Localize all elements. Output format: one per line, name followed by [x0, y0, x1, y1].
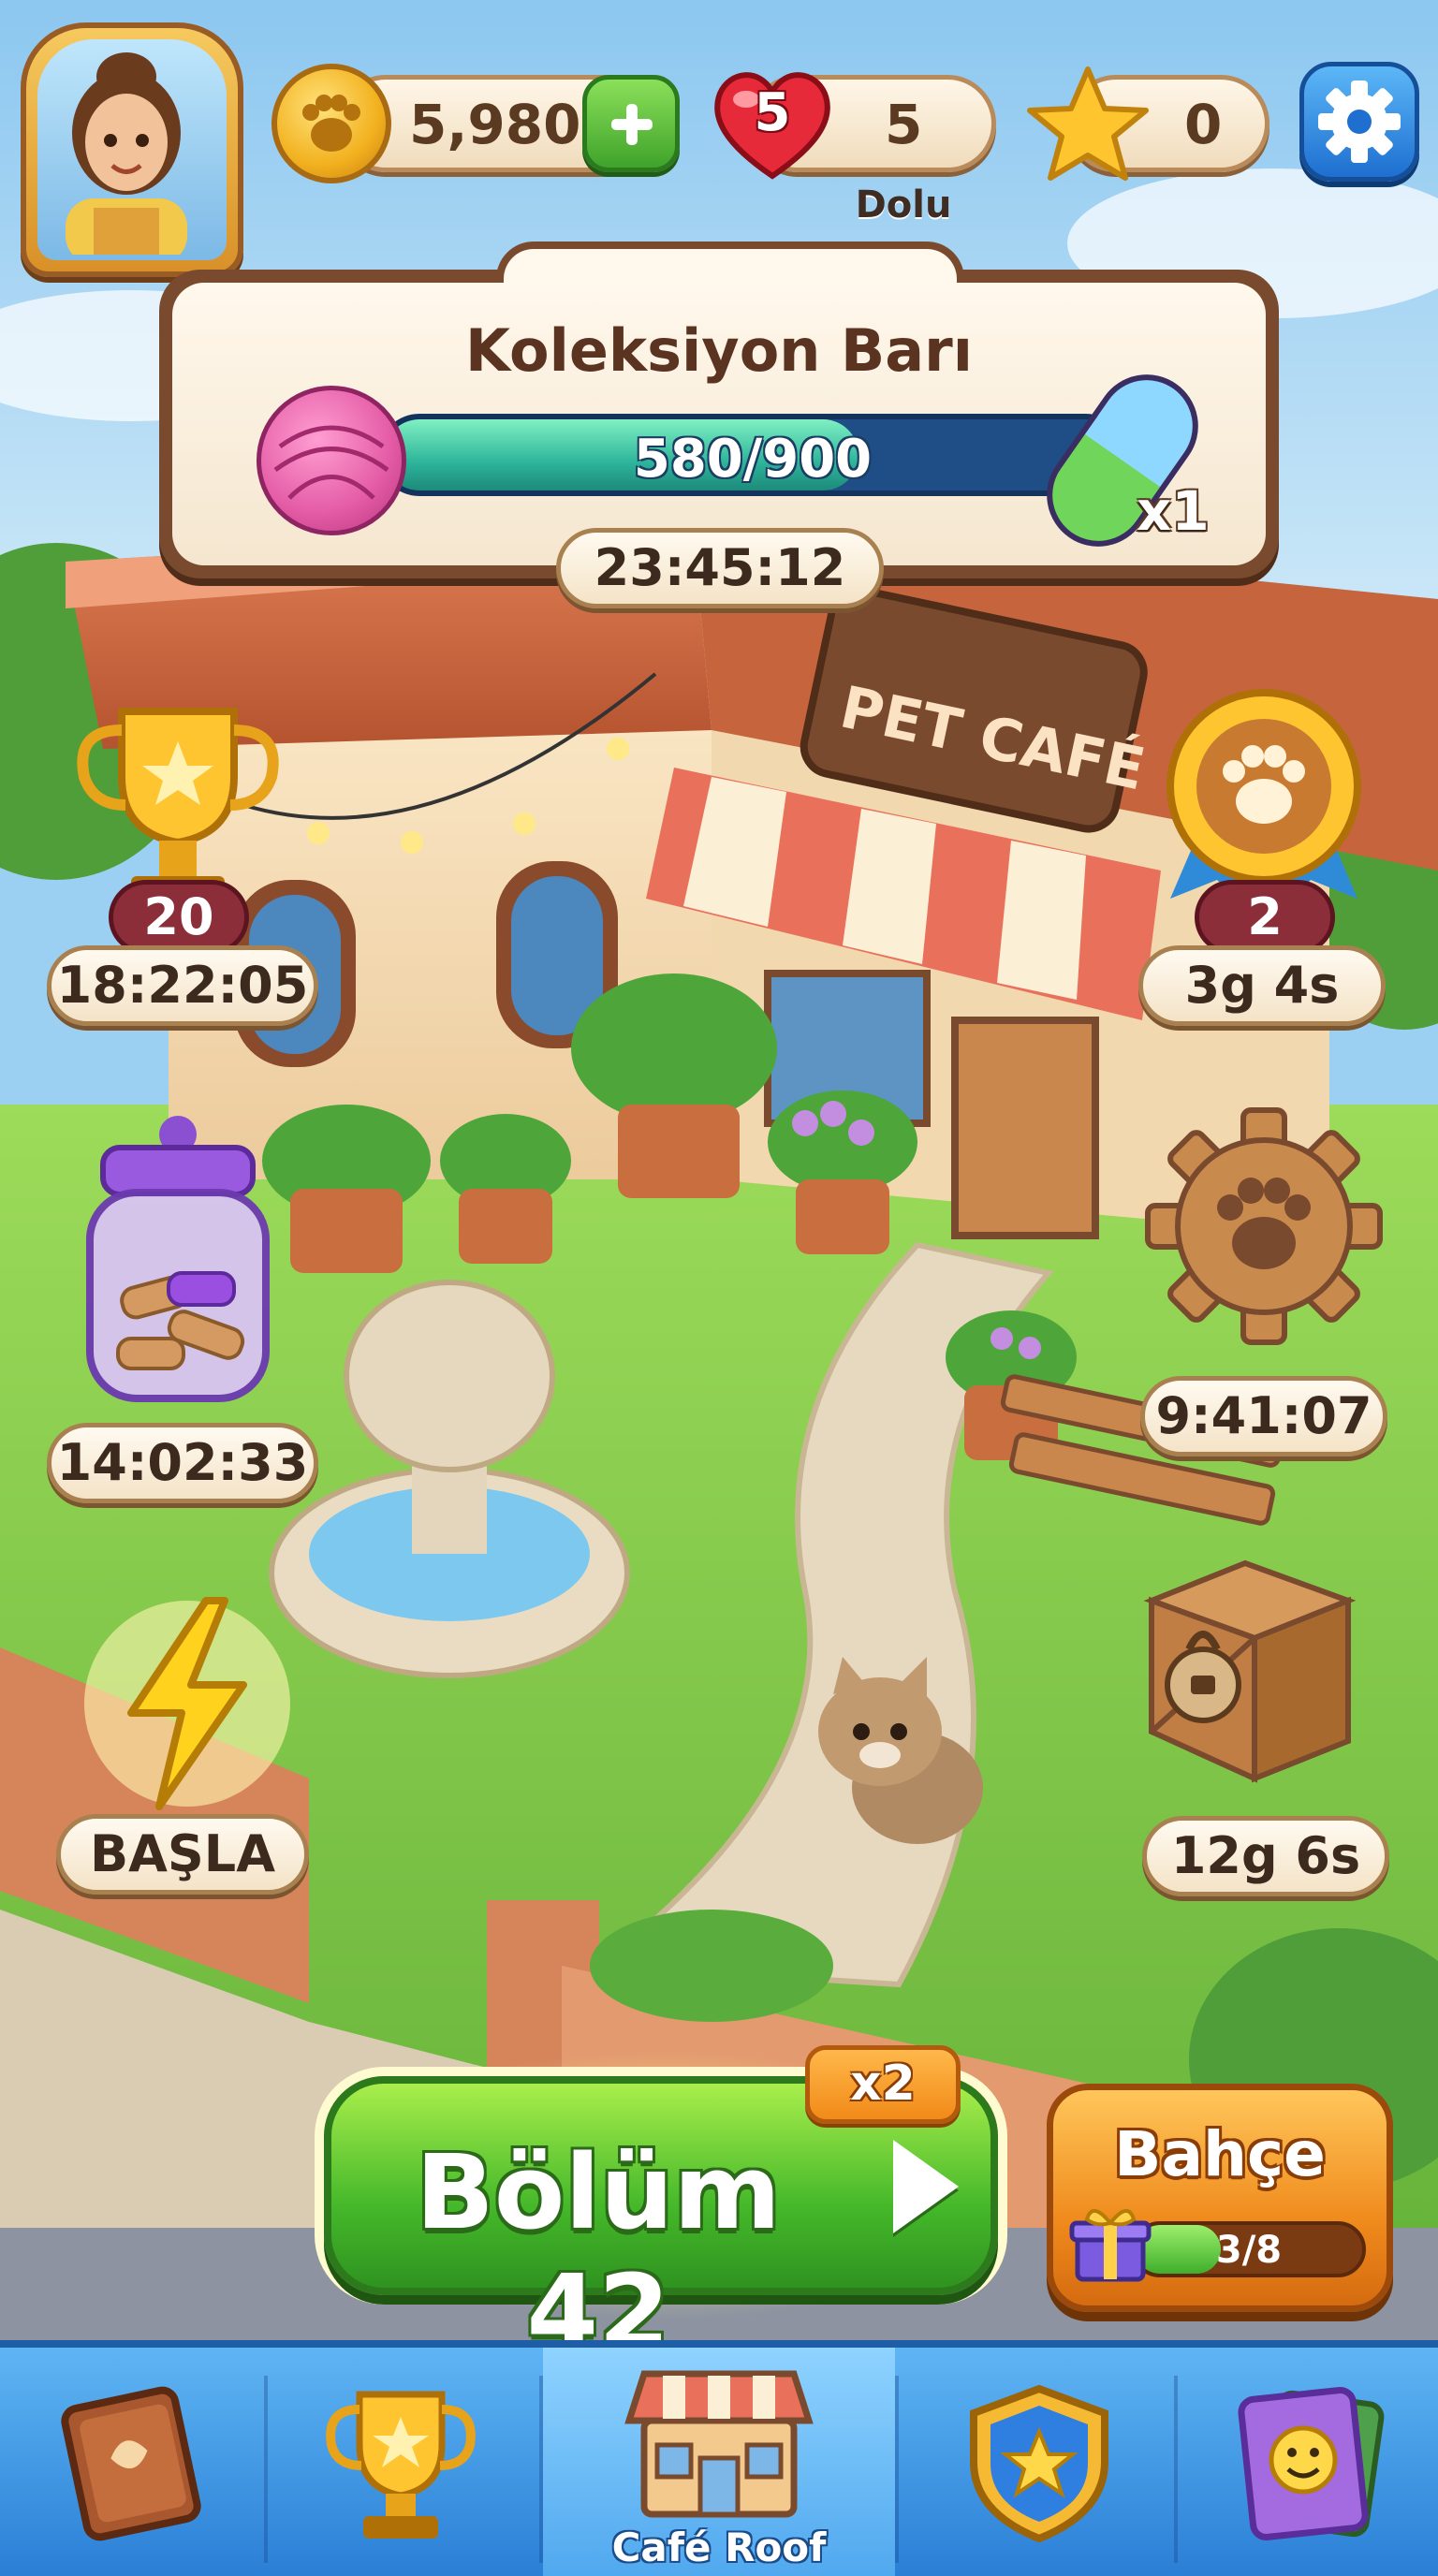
play-level-label: Bölüm 42 — [415, 2132, 782, 2372]
trophy-badge: 20 — [109, 880, 249, 955]
paw-gear-timer: 9:41:07 — [1140, 1376, 1387, 1456]
gear-icon — [1318, 80, 1401, 163]
x2-bonus-text: x2 — [850, 2056, 916, 2112]
top-hud: 5,980 5 5 Dolu 0 — [0, 0, 1438, 277]
collection-timer-text: 23:45:12 — [594, 538, 846, 597]
avatar-portrait — [37, 39, 227, 260]
nav-item-collection-book[interactable] — [0, 2348, 281, 2576]
play-arrow-icon — [893, 2140, 959, 2233]
nav-item-cafe-roof[interactable]: Café Roof — [543, 2348, 895, 2576]
cafe-shop-icon — [624, 2370, 814, 2518]
book-icon — [61, 2386, 201, 2541]
garden-button[interactable]: Bahçe 3/8 — [1047, 2084, 1393, 2312]
bottom-nav-bar: Café Roof — [0, 2340, 1438, 2576]
star-icon — [1027, 66, 1149, 181]
lightning-start-event[interactable]: BAŞLA — [47, 1591, 328, 1910]
locked-crate-icon — [1143, 1559, 1357, 1783]
collection-panel-body: Koleksiyon Barı 580/900 x1 — [172, 283, 1266, 567]
paw-medal-event[interactable]: 2 3g 4s — [1123, 674, 1404, 1030]
collection-title: Koleksiyon Barı — [465, 316, 973, 385]
locked-crate-timer-text: 12g 6s — [1170, 1826, 1361, 1885]
lives-status: Dolu — [855, 183, 952, 227]
garden-progress-text: 3/8 — [1215, 2229, 1283, 2272]
start-label-pill: BAŞLA — [56, 1814, 309, 1895]
x2-bonus-tag: x2 — [805, 2045, 961, 2124]
paw-medal-timer-text: 3g 4s — [1184, 956, 1340, 1015]
nav-item-team[interactable] — [899, 2348, 1180, 2576]
nav-item-leaderboard[interactable] — [268, 2348, 549, 2576]
gift-box-icon — [1069, 2209, 1152, 2282]
collection-timer: 23:45:12 — [556, 528, 884, 608]
paw-coin-icon — [271, 64, 391, 183]
nav-label-cafe-roof: Café Roof — [611, 2525, 827, 2570]
garden-progress-bar: 3/8 — [1132, 2221, 1366, 2277]
settings-button[interactable] — [1299, 62, 1419, 182]
coins-value: 5,980 — [409, 93, 581, 156]
paw-gear-timer-text: 9:41:07 — [1155, 1386, 1372, 1445]
trophy-badge-value: 20 — [143, 887, 214, 946]
trophy-event[interactable]: 20 18:22:05 — [47, 693, 328, 1048]
trophy-timer-text: 18:22:05 — [56, 956, 309, 1015]
stars-value: 0 — [1184, 93, 1223, 156]
paw-gear-event[interactable]: 9:41:07 — [1123, 1105, 1404, 1460]
player-avatar[interactable] — [21, 22, 243, 277]
heart-icon: 5 — [707, 62, 838, 183]
collection-progress-text: 580/900 — [633, 429, 873, 490]
lives-count: 5 — [885, 93, 923, 156]
treat-jar-icon — [86, 1116, 270, 1402]
lightning-icon — [84, 1597, 290, 1810]
barista-avatar-icon — [66, 52, 187, 260]
paw-medal-timer: 3g 4s — [1138, 945, 1386, 1026]
locked-crate-timer: 12g 6s — [1142, 1816, 1389, 1896]
locked-crate-event[interactable]: 12g 6s — [1114, 1544, 1404, 1910]
paw-medal-badge-value: 2 — [1247, 887, 1283, 946]
treat-jar-event[interactable]: 14:02:33 — [37, 1114, 328, 1507]
cards-icon — [1238, 2387, 1385, 2540]
yarn-ball-icon — [257, 386, 406, 535]
start-label: BAŞLA — [89, 1824, 276, 1883]
treat-jar-timer-text: 14:02:33 — [56, 1433, 309, 1492]
paw-medal-badge: 2 — [1195, 880, 1335, 955]
reward-multiplier: x1 — [1137, 479, 1210, 543]
trophy-timer: 18:22:05 — [47, 945, 318, 1026]
paw-medal-icon — [1167, 689, 1361, 908]
nav-item-cards[interactable] — [1178, 2348, 1438, 2576]
lives-badge: 5 — [754, 82, 791, 143]
paw-gear-icon — [1145, 1107, 1383, 1345]
add-coins-button[interactable] — [582, 75, 680, 172]
treat-jar-timer: 14:02:33 — [47, 1423, 318, 1503]
garden-label: Bahçe — [1114, 2118, 1326, 2190]
collection-progress-bar: 580/900 — [378, 414, 1127, 496]
trophy-icon — [326, 2391, 476, 2539]
shield-star-icon — [970, 2384, 1108, 2543]
